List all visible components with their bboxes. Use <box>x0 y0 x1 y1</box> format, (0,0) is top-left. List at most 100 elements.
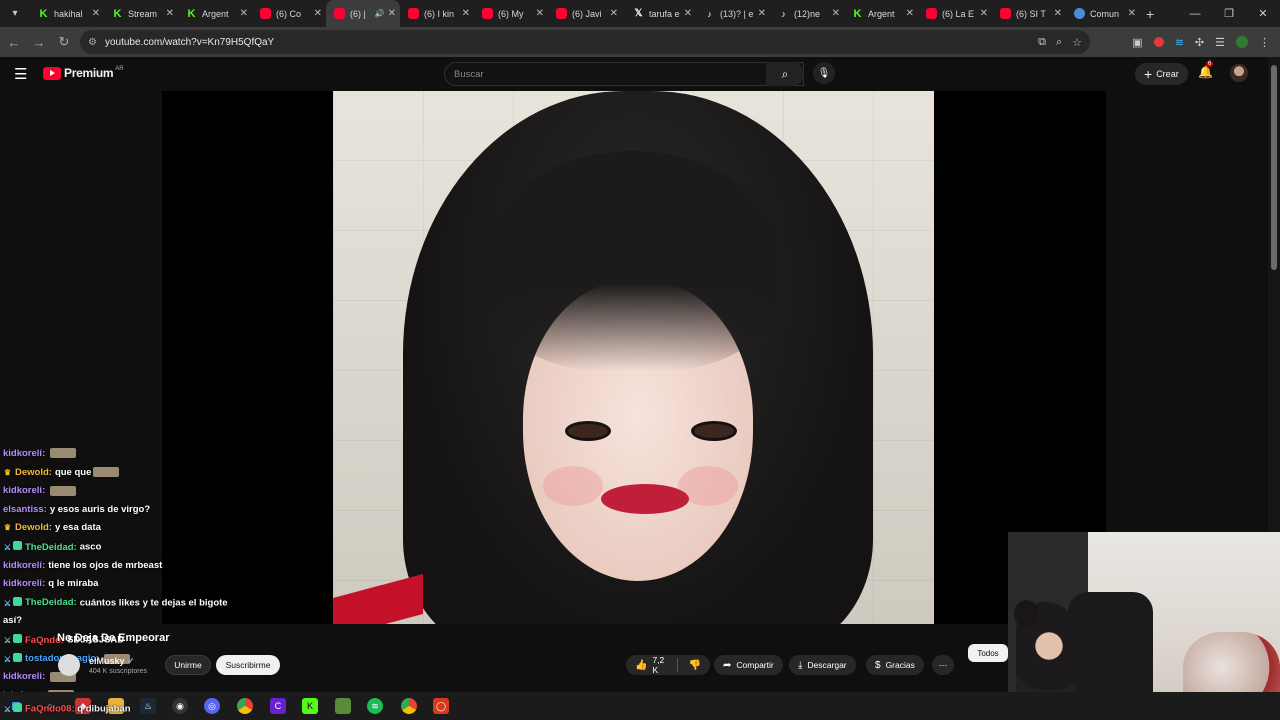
chat-username[interactable]: elsantiss: <box>3 504 47 515</box>
close-tab-icon[interactable]: ✕ <box>166 8 174 19</box>
zoom-icon[interactable]: ⌕ <box>1056 36 1062 49</box>
browser-tab[interactable]: K Argent ✕ <box>178 0 252 27</box>
tab-search-button[interactable]: ▾ <box>4 4 26 24</box>
dislike-icon[interactable]: 👎 <box>689 660 701 671</box>
like-icon[interactable]: 👍 <box>635 660 647 671</box>
tab-title: (12)ne <box>794 8 821 19</box>
browser-tab[interactable]: (6) Javi ✕ <box>548 0 622 27</box>
browser-tab[interactable]: ♪ (13)? | e ✕ <box>696 0 770 27</box>
chat-username[interactable]: kidkoreli: <box>3 485 45 496</box>
restore-icon[interactable]: ❐ <box>1212 7 1246 20</box>
browser-tab[interactable]: 𝕏tarufa e ✕ <box>622 0 696 27</box>
tab-title: (13)? | e <box>720 8 754 19</box>
subscribe-button[interactable]: Suscribirme <box>216 655 280 675</box>
chat-emote <box>50 485 77 496</box>
kick-icon: K <box>853 7 862 20</box>
scrollbar-thumb[interactable] <box>1271 65 1277 270</box>
back-icon[interactable]: ← <box>3 35 25 50</box>
obs-icon[interactable]: ◉ <box>172 698 188 714</box>
new-tab-button[interactable]: + <box>1146 6 1154 22</box>
notifications-button[interactable]: 🔔 6 <box>1198 61 1214 79</box>
search-button[interactable]: ⌕ <box>766 62 804 86</box>
chat-username[interactable]: TheDeidad: <box>25 542 77 553</box>
video-frame[interactable] <box>333 91 934 624</box>
spotify-icon[interactable]: ≋ <box>367 698 383 714</box>
search-input[interactable]: Buscar <box>444 62 804 86</box>
chat-username[interactable]: kidkoreli: <box>3 560 45 571</box>
close-tab-icon[interactable]: ✕ <box>462 8 470 19</box>
chat-username[interactable]: TheDeidad: <box>25 597 77 608</box>
browser-tab[interactable]: Comun ✕ <box>1066 0 1140 27</box>
menu-icon[interactable]: ☰ <box>14 65 27 83</box>
minecraft-icon[interactable] <box>335 698 351 714</box>
close-tab-icon[interactable]: ✕ <box>1128 8 1136 19</box>
browser-tab[interactable]: K Stream ✕ <box>104 0 178 27</box>
close-tab-icon[interactable]: ✕ <box>92 8 100 19</box>
close-window-icon[interactable]: ✕ <box>1246 7 1280 20</box>
extension-icon-3[interactable]: ≋ <box>1175 36 1184 49</box>
close-tab-icon[interactable]: ✕ <box>536 8 544 19</box>
app-icon-3[interactable]: ◯ <box>433 698 449 714</box>
address-bar[interactable]: ⚙ youtube.com/watch?v=Kn79H5QfQaY ⧉ ⌕ ☆ <box>80 30 1090 54</box>
create-button[interactable]: + Crear <box>1135 63 1188 85</box>
browser-tab[interactable]: (6) I kin ✕ <box>400 0 474 27</box>
chat-username[interactable]: Dewold: <box>15 467 52 478</box>
browser-menu-icon[interactable]: ⋮ <box>1259 36 1270 49</box>
bell-icon: 🔔 <box>1198 65 1213 79</box>
account-avatar[interactable] <box>1230 64 1248 82</box>
close-tab-icon[interactable]: ✕ <box>980 8 988 19</box>
extensions-puzzle-icon[interactable]: ✣ <box>1195 36 1204 49</box>
close-tab-icon[interactable]: ✕ <box>758 8 766 19</box>
chat-username[interactable]: kidkoreli: <box>3 578 45 589</box>
minimize-icon[interactable]: — <box>1178 8 1212 20</box>
close-tab-icon[interactable]: ✕ <box>1054 8 1062 19</box>
chat-message: elsantiss: y esos auris de virgo? <box>3 504 150 515</box>
thanks-button[interactable]: $ Gracias <box>866 655 924 675</box>
discord-icon[interactable]: ◎ <box>204 698 220 714</box>
browser-tab[interactable]: ♪ (12)ne ✕ <box>770 0 844 27</box>
close-tab-icon[interactable]: ✕ <box>240 8 248 19</box>
browser-tab[interactable]: (6) Co ✕ <box>252 0 326 27</box>
browser-tab[interactable]: (6) SI T ✕ <box>992 0 1066 27</box>
reading-list-icon[interactable]: ☰ <box>1215 36 1225 49</box>
extension-icon-1[interactable]: ▣ <box>1132 36 1142 49</box>
audio-playing-icon[interactable]: 🔊 <box>375 9 385 18</box>
close-tab-icon[interactable]: ✕ <box>610 8 618 19</box>
close-tab-icon[interactable]: ✕ <box>314 8 322 19</box>
close-tab-icon[interactable]: ✕ <box>906 8 914 19</box>
channel-avatar[interactable] <box>58 654 80 676</box>
share-button[interactable]: ➦ Compartir <box>714 655 783 675</box>
browser-tab[interactable]: (6) My ✕ <box>474 0 548 27</box>
profile-avatar[interactable] <box>1236 36 1248 48</box>
channel-name[interactable]: elMusky ✓ <box>89 656 135 667</box>
like-count[interactable]: 7,2 K <box>652 655 665 675</box>
youtube-icon <box>408 8 419 19</box>
site-info-icon[interactable]: ⚙ <box>88 37 97 48</box>
chrome-active-icon[interactable] <box>401 698 417 714</box>
close-tab-icon[interactable]: ✕ <box>388 8 396 19</box>
extension-icon-2[interactable] <box>1153 37 1164 47</box>
youtube-premium-logo[interactable]: Premium AR <box>43 66 124 80</box>
reload-icon[interactable]: ↻ <box>53 34 75 50</box>
download-button[interactable]: ⤓ Descargar <box>789 655 856 675</box>
app-icon-2[interactable]: C <box>270 698 286 714</box>
chat-username[interactable]: kidkoreli: <box>3 448 45 459</box>
voice-search-button[interactable]: 🎙 <box>813 62 835 84</box>
filter-chip-all[interactable]: Todos <box>968 644 1008 662</box>
close-tab-icon[interactable]: ✕ <box>684 8 692 19</box>
browser-tab[interactable]: K Argent ✕ <box>844 0 918 27</box>
more-actions-button[interactable]: ⋯ <box>932 655 954 675</box>
forward-icon[interactable]: → <box>28 35 50 50</box>
kick-icon[interactable]: K <box>302 698 318 714</box>
tiktok-icon: ♪ <box>781 8 786 19</box>
join-button[interactable]: Unirme <box>165 655 211 675</box>
close-tab-icon[interactable]: ✕ <box>832 8 840 19</box>
install-app-icon[interactable]: ⧉ <box>1038 36 1046 49</box>
chat-username[interactable]: Dewold: <box>15 522 52 533</box>
browser-tab[interactable]: (6) La E ✕ <box>918 0 992 27</box>
steam-icon[interactable]: ♨ <box>140 698 156 714</box>
browser-tab[interactable]: (6) | 🔊 ✕ <box>326 0 400 27</box>
bookmark-star-icon[interactable]: ☆ <box>1072 36 1082 49</box>
chrome-icon[interactable] <box>237 698 253 714</box>
browser-tab[interactable]: Khakihal ✕ <box>30 0 104 27</box>
